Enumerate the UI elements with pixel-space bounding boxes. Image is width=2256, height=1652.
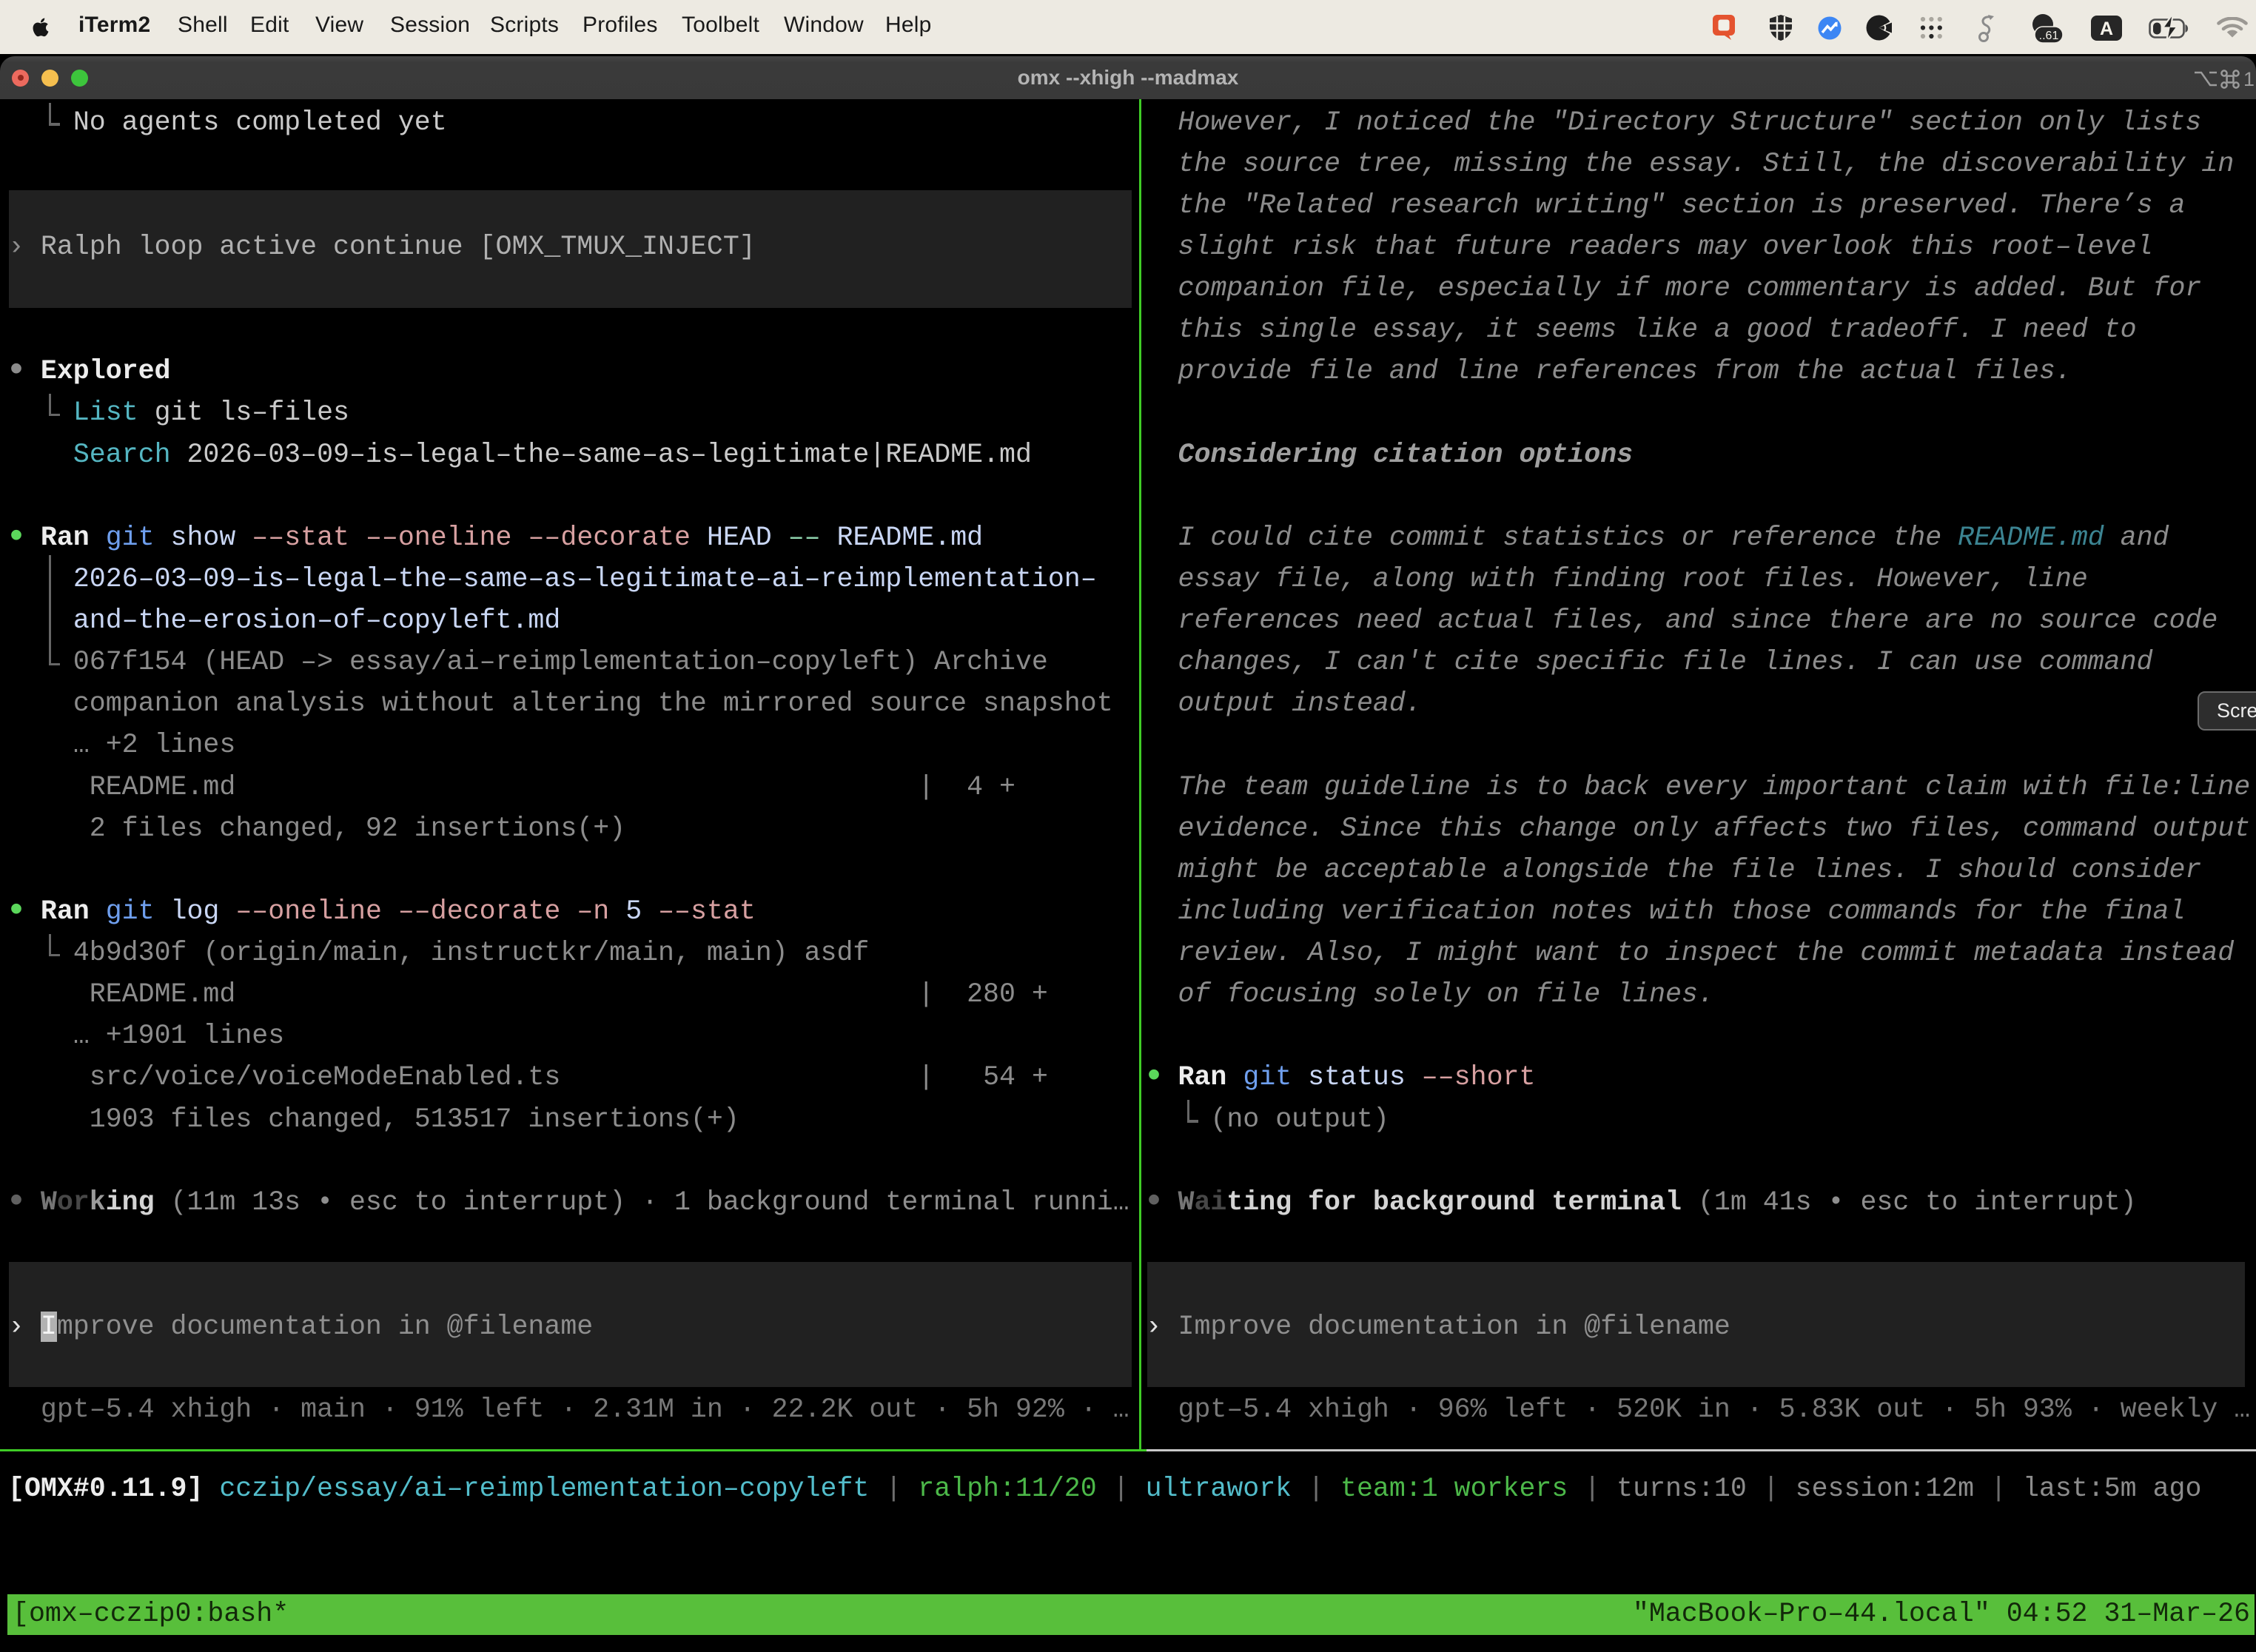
svg-text:A: A	[2100, 19, 2113, 39]
svg-text:..61: ..61	[2039, 30, 2059, 42]
svg-text:1: 1	[2243, 68, 2254, 90]
